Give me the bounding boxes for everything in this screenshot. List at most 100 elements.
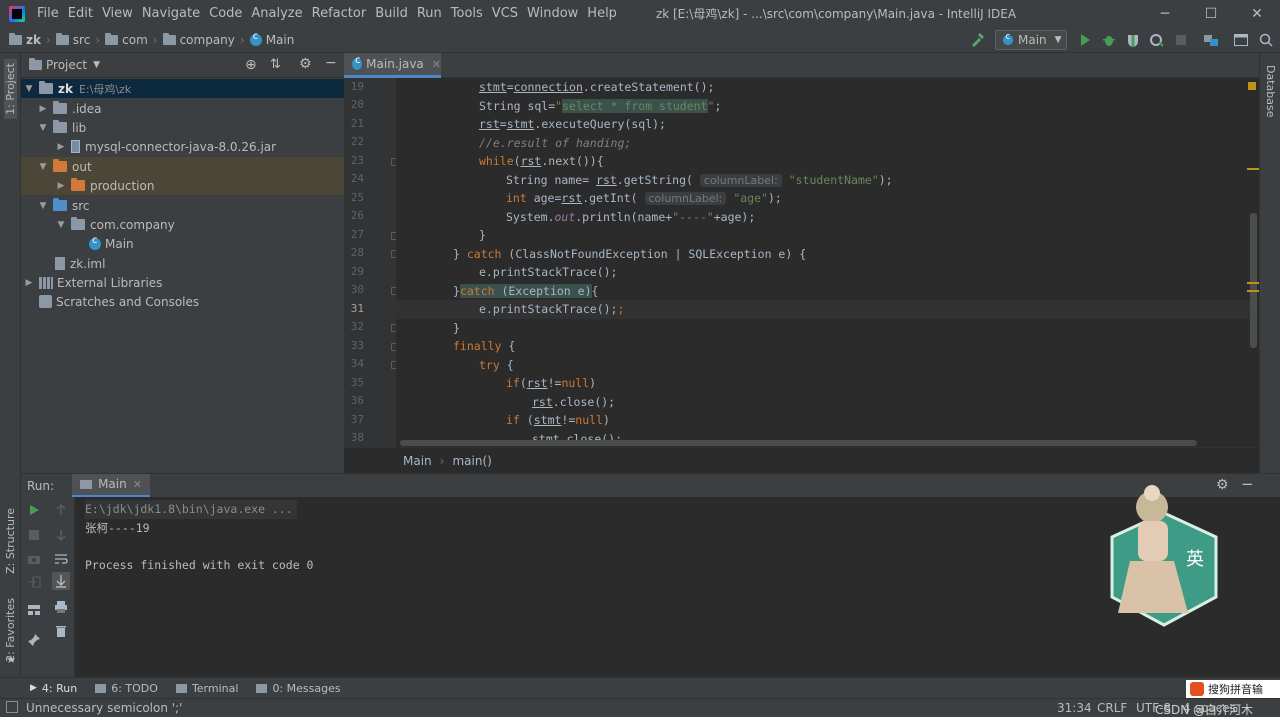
- soft-wrap-icon[interactable]: [54, 552, 68, 566]
- tree-row-root[interactable]: ▼ zk E:\母鸡\zk: [21, 79, 344, 98]
- minimize-icon[interactable]: ─: [1142, 0, 1188, 27]
- breadcrumb-main[interactable]: Main: [249, 31, 294, 47]
- gear-icon[interactable]: ⚙: [299, 56, 312, 72]
- camera-icon[interactable]: [27, 552, 41, 566]
- tree-row-production[interactable]: ▶ production: [21, 176, 344, 195]
- project-view-icon: [29, 58, 42, 70]
- trash-icon[interactable]: [54, 624, 68, 638]
- tab-main-java[interactable]: Main.java ✕: [344, 53, 441, 78]
- breadcrumb-method[interactable]: main(): [452, 454, 491, 468]
- hide-panel-icon[interactable]: −: [1241, 475, 1254, 493]
- line-separator[interactable]: CRLF: [1097, 701, 1127, 715]
- warning-stripe-mark[interactable]: [1247, 168, 1259, 170]
- run-tab-main[interactable]: Main ✕: [72, 473, 150, 498]
- tree-row-out[interactable]: ▼ out: [21, 157, 344, 176]
- warning-stripe-mark[interactable]: [1247, 290, 1259, 292]
- down-arrow-icon[interactable]: [54, 528, 68, 542]
- menu-edit[interactable]: Edit: [68, 6, 93, 21]
- collapse-all-icon[interactable]: ⇅: [270, 57, 281, 72]
- code-editor[interactable]: stmt=connection.createStatement(); Strin…: [396, 78, 1259, 447]
- close-tab-icon[interactable]: ✕: [133, 478, 142, 491]
- expand-arrow-icon[interactable]: ▼: [37, 123, 49, 133]
- menu-build[interactable]: Build: [375, 6, 408, 21]
- close-icon[interactable]: ✕: [1234, 0, 1280, 27]
- warning-stripe-mark[interactable]: [1247, 282, 1259, 284]
- collapsed-arrow-icon[interactable]: ▶: [37, 104, 49, 114]
- up-arrow-icon[interactable]: [54, 503, 68, 517]
- project-structure-icon[interactable]: [1203, 32, 1219, 48]
- jar-icon: [71, 140, 80, 153]
- collapsed-arrow-icon[interactable]: ▶: [55, 181, 67, 191]
- rerun-icon[interactable]: [27, 503, 41, 517]
- locate-target-icon[interactable]: ⊕: [245, 57, 257, 73]
- menu-navigate[interactable]: Navigate: [142, 6, 200, 21]
- collapsed-arrow-icon[interactable]: ▶: [55, 142, 67, 152]
- close-tab-icon[interactable]: ✕: [432, 58, 441, 71]
- breadcrumb-class[interactable]: Main: [403, 454, 432, 468]
- profile-icon[interactable]: [1149, 32, 1165, 48]
- expand-arrow-icon[interactable]: ▼: [37, 162, 49, 172]
- tree-row-jar[interactable]: ▶ mysql-connector-java-8.0.26.jar: [21, 137, 344, 156]
- stop-icon[interactable]: [27, 528, 41, 542]
- menu-code[interactable]: Code: [209, 6, 242, 21]
- inspection-status-icon[interactable]: [1248, 82, 1256, 90]
- menu-vcs[interactable]: VCS: [492, 6, 518, 21]
- layout-icon[interactable]: [27, 603, 41, 617]
- menu-help[interactable]: Help: [587, 6, 617, 21]
- tree-row-main-class[interactable]: Main: [21, 234, 344, 253]
- layout-icon[interactable]: [1233, 32, 1249, 48]
- tree-row-idea[interactable]: ▶ .idea: [21, 99, 344, 118]
- maximize-icon[interactable]: ☐: [1188, 0, 1234, 27]
- caret-position[interactable]: 31:34: [1057, 701, 1092, 715]
- tool-tab-run[interactable]: ▶ 4: Run: [30, 682, 77, 695]
- stop-icon[interactable]: [1173, 32, 1189, 48]
- project-panel-title[interactable]: Project: [46, 58, 87, 72]
- tool-tab-messages[interactable]: 0: Messages: [256, 682, 341, 695]
- menu-analyze[interactable]: Analyze: [251, 6, 302, 21]
- run-icon[interactable]: [1077, 32, 1093, 48]
- tool-tab-terminal[interactable]: Terminal: [175, 682, 238, 695]
- database-tool-tab[interactable]: Database: [1264, 65, 1277, 118]
- print-icon[interactable]: [54, 600, 68, 614]
- menu-refactor[interactable]: Refactor: [312, 6, 367, 21]
- login-icon[interactable]: [27, 575, 41, 589]
- collapsed-arrow-icon[interactable]: ▶: [23, 278, 35, 288]
- debug-icon[interactable]: [1101, 32, 1117, 48]
- tree-row-src[interactable]: ▼ src: [21, 196, 344, 215]
- hide-panel-icon[interactable]: −: [325, 55, 337, 71]
- tree-row-package[interactable]: ▼ com.company: [21, 215, 344, 234]
- menu-tools[interactable]: Tools: [451, 6, 483, 21]
- expand-arrow-icon[interactable]: ▼: [55, 220, 67, 230]
- menu-view[interactable]: View: [102, 6, 133, 21]
- breadcrumb-zk[interactable]: zk ›: [9, 32, 56, 47]
- tree-row-scratches[interactable]: Scratches and Consoles: [21, 292, 344, 311]
- coverage-icon[interactable]: [1125, 32, 1141, 48]
- build-hammer-icon[interactable]: [969, 32, 985, 48]
- tree-row-external-libraries[interactable]: ▶ External Libraries: [21, 273, 344, 292]
- expand-arrow-icon[interactable]: ▼: [23, 84, 35, 94]
- search-icon[interactable]: [1258, 32, 1274, 48]
- scroll-to-end-icon[interactable]: [52, 572, 70, 590]
- menu-run[interactable]: Run: [417, 6, 442, 21]
- breadcrumb-company[interactable]: company ›: [162, 32, 250, 47]
- breadcrumb-src[interactable]: src ›: [55, 32, 105, 47]
- toggle-tool-windows-icon[interactable]: [6, 701, 18, 713]
- editor-vertical-scrollbar[interactable]: [1250, 213, 1257, 348]
- ime-toolbar[interactable]: 搜狗拼音输: [1186, 680, 1280, 698]
- pin-icon[interactable]: [27, 633, 41, 647]
- run-configuration-select[interactable]: Main ▼: [995, 30, 1067, 50]
- tree-row-iml[interactable]: zk.iml: [21, 254, 344, 273]
- chevron-down-icon[interactable]: ▼: [93, 60, 100, 70]
- structure-tool-tab[interactable]: Z: Structure: [4, 508, 17, 574]
- breadcrumb-com[interactable]: com ›: [105, 32, 162, 47]
- breadcrumb-label: com: [122, 32, 148, 47]
- editor-horizontal-scrollbar[interactable]: [400, 440, 1197, 446]
- tool-tab-todo[interactable]: 6: TODO: [95, 682, 158, 695]
- expand-arrow-icon[interactable]: ▼: [37, 201, 49, 211]
- menu-window[interactable]: Window: [527, 6, 578, 21]
- menu-file[interactable]: File: [37, 6, 59, 21]
- run-console-output[interactable]: E:\jdk\jdk1.8\bin\java.exe ... 张柯----19 …: [75, 497, 1280, 677]
- project-tool-tab[interactable]: 1: Project: [4, 59, 17, 119]
- messages-icon: [256, 683, 268, 693]
- tree-row-lib[interactable]: ▼ lib: [21, 118, 344, 137]
